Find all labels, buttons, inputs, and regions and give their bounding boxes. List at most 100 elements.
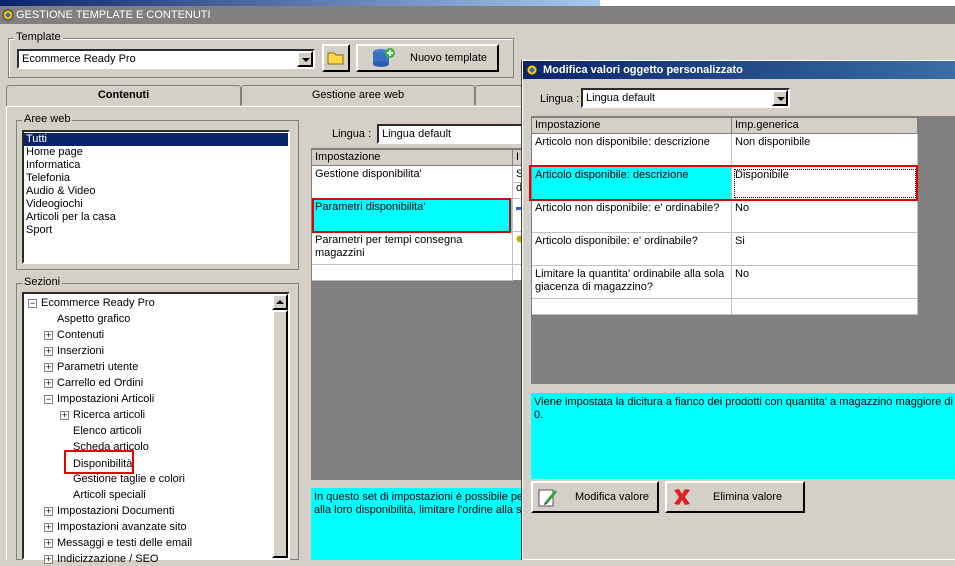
table-cell-empty[interactable] (732, 299, 918, 315)
description-line-1: In questo set di impostazioni è possibil… (314, 491, 526, 503)
tree-item[interactable]: Inserzioni (57, 345, 104, 358)
collapse-icon[interactable]: − (28, 299, 37, 308)
list-item[interactable]: Videogiochi (24, 198, 288, 211)
expand-icon[interactable]: + (44, 523, 53, 532)
tree-item[interactable]: Parametri utente (57, 361, 138, 374)
tab-contenuti-label: Contenuti (97, 89, 150, 101)
dialog-lingua-value: Lingua default (586, 92, 656, 104)
expand-icon[interactable]: + (44, 347, 53, 356)
sezioni-tree[interactable]: − Ecommerce Ready Pro Aspetto grafico + … (22, 292, 290, 565)
tree-item[interactable]: Impostazioni Articoli (57, 393, 154, 406)
window-title: GESTIONE TEMPLATE E CONTENUTI (16, 9, 211, 21)
delete-value-button[interactable]: Elimina valore (665, 481, 805, 513)
tree-item[interactable]: Aspetto grafico (57, 313, 130, 326)
settings-grid[interactable]: Impostazione I Gestione disponibilita' S… (311, 149, 527, 281)
list-item[interactable]: Informatica (24, 159, 288, 172)
table-cell[interactable]: Non disponibile (732, 134, 918, 167)
list-item[interactable]: Sport (24, 224, 288, 237)
expand-icon[interactable]: + (44, 379, 53, 388)
sezioni-label: Sezioni (22, 276, 63, 288)
lingua-label: Lingua : (332, 128, 372, 140)
delete-x-icon (674, 489, 690, 505)
arrow-up-icon (276, 300, 284, 304)
expand-icon[interactable]: + (44, 507, 53, 516)
lingua-select[interactable]: Lingua default (377, 124, 527, 144)
table-row[interactable]: Gestione disponibilita' (312, 166, 513, 199)
tree-item[interactable]: Messaggi e testi delle email (57, 537, 192, 550)
tab-more[interactable] (475, 85, 525, 105)
expand-icon[interactable]: + (44, 331, 53, 340)
lingua-select-value: Lingua default (382, 128, 452, 140)
expand-icon[interactable]: + (44, 539, 53, 548)
table-cell[interactable]: Si (732, 233, 918, 266)
table-row[interactable]: Articolo non disponibile: descrizione (532, 134, 732, 167)
tree-item[interactable]: Ricerca articoli (73, 409, 145, 422)
tree-item[interactable]: Articoli speciali (73, 489, 146, 502)
list-item[interactable]: Home page (24, 146, 288, 159)
edit-values-dialog: Modifica valori oggetto personalizzato L… (522, 60, 955, 560)
aree-web-label: Aree web (22, 113, 73, 125)
list-item[interactable]: Telefonia (24, 172, 288, 185)
dialog-title-bar: Modifica valori oggetto personalizzato (523, 61, 955, 79)
tree-item[interactable]: Contenuti (57, 329, 104, 342)
table-row[interactable]: Articolo non disponibile: e' ordinabile? (532, 200, 732, 233)
tree-item[interactable]: Gestione taglie e colori (73, 473, 185, 486)
grid-header-impostazione: Impostazione (312, 150, 513, 166)
collapse-icon[interactable]: − (44, 395, 53, 404)
modify-value-label: Modifica valore (575, 491, 649, 503)
tree-item[interactable]: Elenco articoli (73, 425, 141, 438)
section-description: In questo set di impostazioni è possibil… (311, 488, 526, 560)
table-cell[interactable]: No (732, 266, 918, 299)
template-select[interactable]: Ecommerce Ready Pro (17, 49, 315, 69)
tab-contenuti[interactable]: Contenuti (6, 85, 241, 107)
delete-value-label: Elimina valore (713, 491, 783, 503)
dialog-lingua-label: Lingua : (540, 93, 580, 105)
tree-item-root[interactable]: Ecommerce Ready Pro (41, 297, 155, 310)
expand-icon[interactable]: + (44, 363, 53, 372)
add-database-icon (373, 48, 395, 67)
dialog-header-imp-generica: Imp.generica (732, 118, 918, 134)
tree-item[interactable]: Carrello ed Ordini (57, 377, 143, 390)
table-row-selected[interactable]: Articolo disponibile: descrizione (532, 167, 732, 200)
tab-gestione-aree-web[interactable]: Gestione aree web (241, 85, 475, 105)
table-row[interactable]: Articolo disponibile: e' ordinabile? (532, 233, 732, 266)
tree-item[interactable]: Impostazioni Documenti (57, 505, 174, 518)
tree-item-disponibilita[interactable]: Disponibilità (73, 458, 132, 471)
dialog-grid[interactable]: Impostazione Imp.generica Articolo non d… (531, 117, 919, 315)
aree-web-list[interactable]: Tutti Home page Informatica Telefonia Au… (22, 130, 290, 264)
dialog-header-impostazione: Impostazione (532, 118, 732, 134)
open-folder-button[interactable] (322, 44, 350, 72)
dialog-lingua-select[interactable]: Lingua default (581, 88, 790, 108)
tab-gestione-aree-web-label: Gestione aree web (311, 89, 405, 101)
dialog-title: Modifica valori oggetto personalizzato (543, 64, 743, 76)
table-row-empty[interactable] (532, 299, 732, 315)
window-title-bar: GESTIONE TEMPLATE E CONTENUTI (0, 6, 955, 24)
app-icon (2, 9, 14, 21)
table-row[interactable]: Parametri per tempi consegna magazzini (312, 232, 513, 265)
list-item[interactable]: Tutti (24, 133, 288, 146)
table-cell[interactable]: No (732, 200, 918, 233)
new-template-button[interactable]: Nuovo template (356, 44, 499, 72)
folder-icon (327, 52, 344, 65)
chevron-down-icon[interactable] (297, 51, 313, 67)
list-item[interactable]: Articoli per la casa (24, 211, 288, 224)
description-line-2: alla loro disponibilità, limitare l'ordi… (314, 504, 526, 516)
table-cell-selected[interactable]: Disponibile (732, 167, 918, 200)
scroll-thumb[interactable] (272, 310, 288, 558)
new-template-label: Nuovo template (410, 52, 488, 64)
table-row[interactable]: Limitare la quantita' ordinabile alla so… (532, 266, 732, 299)
chevron-down-icon[interactable] (772, 90, 788, 106)
template-select-value: Ecommerce Ready Pro (22, 53, 136, 65)
expand-icon[interactable]: + (60, 411, 69, 420)
scroll-up-button[interactable] (272, 294, 288, 310)
tree-item[interactable]: Impostazioni avanzate sito (57, 521, 187, 534)
modify-value-button[interactable]: Modifica valore (531, 481, 659, 513)
table-row-empty[interactable] (312, 265, 513, 281)
list-item[interactable]: Audio & Video (24, 185, 288, 198)
edit-pencil-icon (538, 489, 557, 507)
dialog-app-icon (526, 64, 538, 76)
template-group-label: Template (14, 31, 63, 43)
tree-scrollbar[interactable] (272, 294, 288, 558)
table-row-selected[interactable]: Parametri disponibilita' (312, 199, 513, 232)
tree-item[interactable]: Scheda articolo (73, 441, 149, 454)
